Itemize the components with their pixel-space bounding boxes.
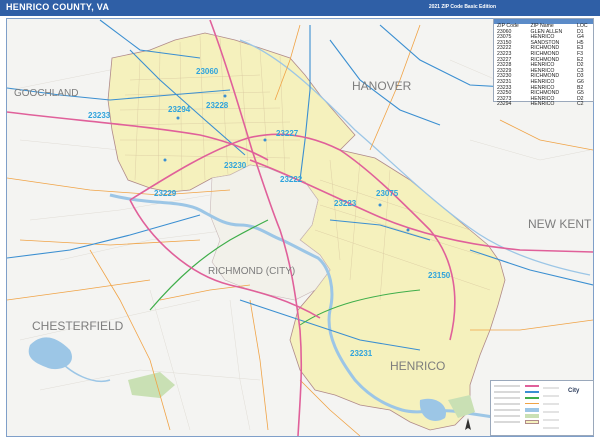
park-area xyxy=(128,372,175,398)
legend-entry xyxy=(543,419,559,421)
legend-entry xyxy=(494,397,520,399)
zip-label-23150: 23150 xyxy=(428,271,451,280)
region-label-chesterfield: CHESTERFIELD xyxy=(32,319,124,333)
zip-label-23223: 23223 xyxy=(334,199,357,208)
legend-entry xyxy=(494,409,520,411)
legend-swatch-interstate xyxy=(525,385,539,387)
legend-entry xyxy=(543,411,559,413)
zip-label-23229: 23229 xyxy=(154,189,177,198)
legend-entry xyxy=(494,385,520,387)
table-row: 23294 HENRICO C2 xyxy=(494,102,593,108)
legend-swatch-state-route xyxy=(525,397,539,399)
legend-entry xyxy=(543,395,559,397)
legend-swatch-road xyxy=(525,403,539,404)
region-label-richmond-city: RICHMOND (CITY) xyxy=(208,266,295,277)
zip-name-cell: HENRICO xyxy=(530,101,555,108)
legend-swatch-park xyxy=(525,414,539,418)
legend-swatch-county xyxy=(525,420,539,424)
legend-entry xyxy=(543,387,559,389)
zip-label-23233: 23233 xyxy=(88,111,111,120)
zip-code-table: ZIP Code ZIP Name LOC 23060 GLEN ALLEN D1 … xyxy=(493,18,594,107)
legend-entry xyxy=(494,391,520,393)
legend-entry xyxy=(494,415,520,417)
legend-swatch-water xyxy=(525,408,539,412)
legend-entry xyxy=(494,403,520,405)
region-label-goochland: GOOCHLAND xyxy=(14,88,78,99)
zip-label-23231: 23231 xyxy=(350,349,373,358)
zip-label-23227: 23227 xyxy=(276,129,299,138)
zip-label-23075: 23075 xyxy=(376,189,399,198)
legend-entry xyxy=(543,427,559,429)
zip-loc-cell: C2 xyxy=(576,101,584,108)
region-label-new-kent: NEW KENT xyxy=(528,217,592,231)
zip-label-23294: 23294 xyxy=(168,105,191,114)
zip-label-23228: 23228 xyxy=(206,101,229,110)
region-label-hanover: HANOVER xyxy=(352,79,412,93)
region-label-henrico: HENRICO xyxy=(390,359,445,373)
zip-cell: 23294 xyxy=(497,101,512,108)
chesterfield-lake xyxy=(28,337,72,370)
zip-label-23060: 23060 xyxy=(196,67,219,76)
zip-label-23222: 23222 xyxy=(280,175,303,184)
legend-swatch-highway xyxy=(525,391,539,393)
north-arrow-icon xyxy=(465,418,471,430)
legend-entry xyxy=(494,421,520,423)
zip-label-23230: 23230 xyxy=(224,161,247,170)
city-logo: City xyxy=(568,388,580,394)
legend-entry xyxy=(543,403,559,405)
